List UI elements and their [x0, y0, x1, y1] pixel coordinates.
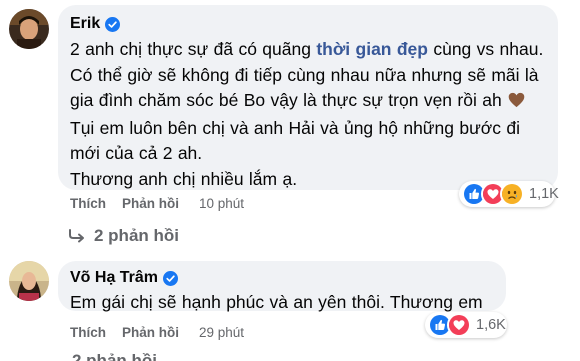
- brown-heart-icon: [508, 90, 525, 116]
- love-icon: [447, 313, 471, 337]
- comments-section: Erik 2 anh chị thực sự đã có quãng thời …: [0, 0, 580, 361]
- reply-arrow-icon: [68, 229, 86, 243]
- comment-text: 2 anh chị thực sự đã có quãng thời gian …: [70, 39, 544, 189]
- like-button[interactable]: Thích: [70, 325, 106, 340]
- reply-button[interactable]: Phản hồi: [122, 325, 179, 340]
- view-replies-link[interactable]: 2 phản hồi: [68, 226, 179, 246]
- reaction-count: 1,1K: [529, 186, 559, 202]
- comment-timestamp[interactable]: 29 phút: [199, 325, 244, 340]
- comment-bubble: Erik 2 anh chị thực sự đã có quãng thời …: [58, 5, 558, 190]
- verified-badge-icon: [105, 16, 121, 32]
- view-replies-link[interactable]: 2 phản hồi: [72, 352, 157, 361]
- reaction-count: 1,6K: [476, 317, 506, 333]
- reply-button[interactable]: Phản hồi: [122, 196, 179, 211]
- comment-bubble: Võ Hạ Trâm Em gái chị sẽ hạnh phúc và an…: [58, 261, 506, 312]
- comment-author[interactable]: Võ Hạ Trâm: [70, 269, 158, 287]
- comment-author[interactable]: Erik: [70, 15, 100, 33]
- reaction-summary[interactable]: 1,1K: [459, 181, 559, 207]
- reaction-summary[interactable]: 1,6K: [425, 312, 507, 338]
- comment-timestamp[interactable]: 10 phút: [199, 196, 244, 211]
- replies-label: 2 phản hồi: [94, 226, 179, 245]
- sad-icon: [500, 182, 524, 206]
- like-button[interactable]: Thích: [70, 196, 106, 211]
- avatar[interactable]: [9, 261, 49, 301]
- replies-label: 2 phản hồi: [72, 352, 157, 361]
- avatar[interactable]: [9, 9, 49, 49]
- hashtag-link[interactable]: thời gian đẹp: [316, 39, 428, 59]
- verified-badge-icon: [163, 270, 179, 286]
- comment-actions: Thích Phản hồi 10 phút: [70, 196, 244, 211]
- comment-actions: Thích Phản hồi 29 phút: [70, 325, 244, 340]
- comment-text: Em gái chị sẽ hạnh phúc và an yên thôi. …: [70, 292, 483, 312]
